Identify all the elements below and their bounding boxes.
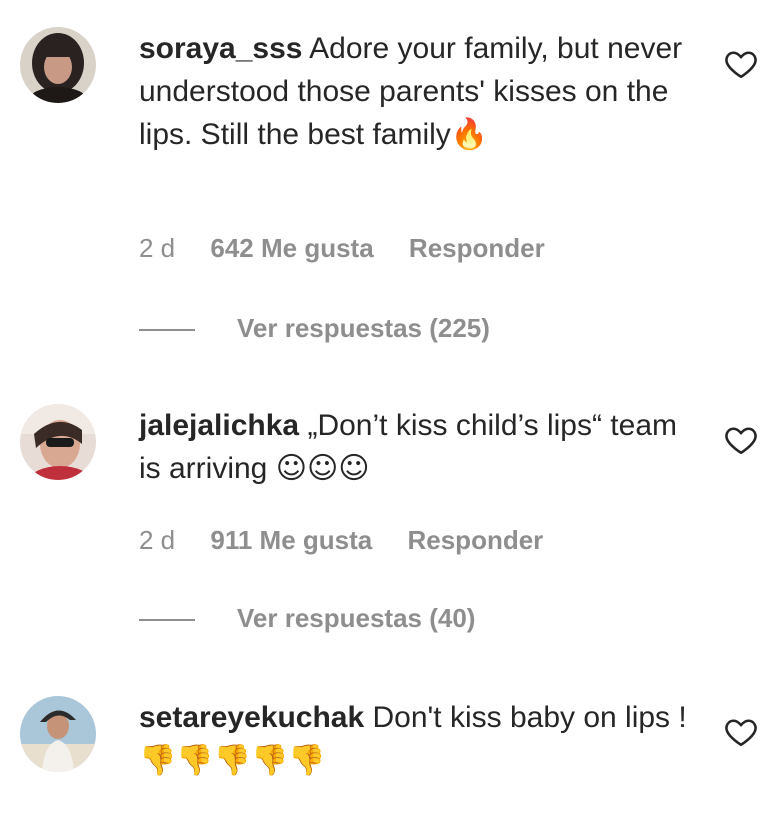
like-count[interactable]: 642 Me gusta — [210, 233, 373, 263]
fire-emoji: 🔥 — [450, 117, 489, 152]
view-replies-label: Ver respuestas (225) — [237, 313, 490, 343]
comment-text: jalejalichka „Don’t kiss child’s lips“ t… — [139, 404, 699, 490]
comment-text: setareyekuchak Don't kiss baby on lips !… — [139, 696, 699, 782]
heart-icon[interactable] — [723, 422, 759, 458]
divider-line — [139, 329, 195, 332]
avatar[interactable] — [20, 696, 96, 772]
comment-text: soraya_sss Adore your family, but never … — [139, 27, 699, 156]
like-count[interactable]: 911 Me gusta — [210, 525, 372, 555]
reply-button[interactable]: Responder — [407, 525, 543, 555]
comment-username[interactable]: jalejalichka — [139, 409, 299, 442]
reply-button[interactable]: Responder — [409, 233, 545, 263]
view-replies-button[interactable]: Ver respuestas (40) — [139, 598, 475, 638]
comment-username[interactable]: setareyekuchak — [139, 701, 364, 734]
comment-time: 2 d — [139, 525, 176, 555]
avatar[interactable] — [20, 404, 96, 480]
view-replies-label: Ver respuestas (40) — [237, 603, 476, 633]
heart-icon[interactable] — [723, 714, 759, 750]
avatar[interactable] — [20, 27, 96, 103]
comment-body: Don't kiss baby on lips ! — [372, 701, 687, 734]
comment-username[interactable]: soraya_sss — [139, 32, 302, 65]
heart-icon[interactable] — [723, 46, 759, 82]
thumbs-down-emoji: 👎👎👎👎👎 — [139, 743, 326, 778]
smiley-emoji: ☺☺☺ — [275, 451, 370, 486]
comment-time: 2 d — [139, 233, 176, 263]
comment-meta: 2 d 642 Me gusta Responder — [139, 228, 573, 268]
view-replies-button[interactable]: Ver respuestas (225) — [139, 308, 490, 348]
comment-meta: 2 d 911 Me gusta Responder — [139, 520, 571, 560]
divider-line — [139, 619, 195, 622]
